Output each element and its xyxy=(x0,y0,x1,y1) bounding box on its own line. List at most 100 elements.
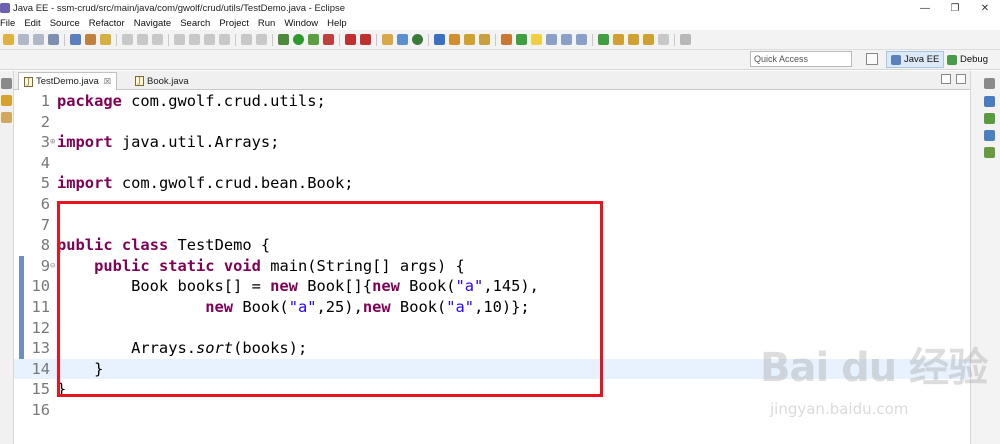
disconnect-icon[interactable] xyxy=(219,34,230,45)
line-number: 2 xyxy=(40,112,50,131)
step-into-icon[interactable] xyxy=(241,34,252,45)
menu-help[interactable]: Help xyxy=(327,18,347,29)
restore-icon[interactable] xyxy=(984,78,995,89)
format-icon[interactable] xyxy=(100,34,111,45)
last-edit-icon[interactable] xyxy=(628,34,639,45)
code-line[interactable]: 2 xyxy=(14,112,970,133)
code-token: com.gwolf.crud.bean.Book; xyxy=(112,174,354,193)
menu-run[interactable]: Run xyxy=(258,18,275,29)
watermark-logo: Bai du 经验 xyxy=(760,345,988,391)
print-icon[interactable] xyxy=(48,34,59,45)
server-icon[interactable] xyxy=(345,34,356,45)
menu-edit[interactable]: Edit xyxy=(24,18,40,29)
code-line[interactable]: 3 ⊕ import java.util.Arrays; xyxy=(14,132,970,153)
back-icon[interactable] xyxy=(643,34,654,45)
menu-project[interactable]: Project xyxy=(219,18,249,29)
menu-search[interactable]: Search xyxy=(180,18,210,29)
resume-icon[interactable] xyxy=(174,34,185,45)
fold-toggle-icon[interactable]: ⊖ xyxy=(50,256,55,277)
menu-navigate[interactable]: Navigate xyxy=(134,18,172,29)
main-toolbar xyxy=(0,30,1000,50)
run-icon[interactable] xyxy=(293,34,304,45)
annotation-icon[interactable] xyxy=(479,34,490,45)
minimize-editor-icon[interactable] xyxy=(941,74,951,84)
code-line[interactable]: 4 xyxy=(14,153,970,174)
maximize-button[interactable]: ❐ xyxy=(940,0,970,16)
step-over-icon[interactable] xyxy=(256,34,267,45)
line-number: 11 xyxy=(31,298,50,316)
toolbar-separator xyxy=(116,33,117,46)
code-line[interactable]: 1 package com.gwolf.crud.utils; xyxy=(14,91,970,112)
forward-icon[interactable] xyxy=(658,34,669,45)
cursor-icon[interactable] xyxy=(70,34,81,45)
mark-occurrences-icon[interactable] xyxy=(516,34,527,45)
line-number: 3 xyxy=(40,133,50,152)
open-task-icon[interactable] xyxy=(449,34,460,45)
open-type-icon[interactable] xyxy=(434,34,445,45)
code-line[interactable]: 5 import com.gwolf.crud.bean.Book; xyxy=(14,173,970,194)
new-package-icon[interactable] xyxy=(397,34,408,45)
highlight-icon[interactable] xyxy=(531,34,542,45)
menu-file[interactable]: File xyxy=(0,18,15,29)
tab-book-java[interactable]: J Book.java xyxy=(130,72,194,90)
perspective-debug[interactable]: Debug xyxy=(944,51,991,68)
menu-refactor[interactable]: Refactor xyxy=(89,18,125,29)
task-list-icon[interactable] xyxy=(984,113,995,124)
new-java-project-icon[interactable] xyxy=(382,34,393,45)
suspend-icon[interactable] xyxy=(189,34,200,45)
show-whitespace-icon[interactable] xyxy=(546,34,557,45)
tab-label: TestDemo.java xyxy=(36,76,99,87)
external-tools-icon[interactable] xyxy=(323,34,334,45)
eclipse-app-icon xyxy=(0,3,10,13)
toolbar-separator xyxy=(592,33,593,46)
editor-min-max xyxy=(936,74,966,84)
servers-icon[interactable] xyxy=(984,147,995,158)
debug-icon[interactable] xyxy=(278,34,289,45)
perspective-java-ee[interactable]: Java EE xyxy=(886,51,945,68)
block-selection-icon[interactable] xyxy=(561,34,572,45)
undo-icon[interactable] xyxy=(122,34,133,45)
toolbar-separator xyxy=(64,33,65,46)
title-bar: Java EE - ssm-crud/src/main/java/com/gwo… xyxy=(0,0,1000,16)
perspective-java-ee-label: Java EE xyxy=(904,54,940,65)
java-ee-icon xyxy=(891,54,901,65)
maximize-editor-icon[interactable] xyxy=(956,74,966,84)
redo-icon[interactable] xyxy=(137,34,148,45)
previous-annotation-icon[interactable] xyxy=(613,34,624,45)
line-number: 12 xyxy=(31,318,50,337)
close-tab-icon[interactable]: ☒ xyxy=(104,77,111,86)
next-annotation-icon[interactable] xyxy=(598,34,609,45)
menu-source[interactable]: Source xyxy=(50,18,80,29)
menu-window[interactable]: Window xyxy=(284,18,318,29)
line-number: 16 xyxy=(31,401,50,419)
code-token: java.util.Arrays; xyxy=(112,133,280,152)
pin-editor-icon[interactable] xyxy=(680,34,691,45)
close-button[interactable]: ✕ xyxy=(970,0,1000,16)
quick-access-input[interactable]: Quick Access xyxy=(750,51,852,67)
navigator-icon[interactable] xyxy=(1,112,12,123)
coverage-icon[interactable] xyxy=(308,34,319,45)
search-icon[interactable] xyxy=(464,34,475,45)
minimize-button[interactable]: — xyxy=(910,0,940,16)
watermark-url: jingyan.baidu.com xyxy=(770,400,909,418)
new-icon[interactable] xyxy=(3,34,14,45)
restore-icon[interactable] xyxy=(1,78,12,89)
tab-testdemo-java[interactable]: J TestDemo.java ☒ xyxy=(18,72,118,90)
outline-icon[interactable] xyxy=(984,96,995,107)
save-all-icon[interactable] xyxy=(33,34,44,45)
fold-toggle-icon[interactable]: ⊕ xyxy=(50,132,55,153)
show-source-icon[interactable] xyxy=(576,34,587,45)
history-icon[interactable] xyxy=(152,34,163,45)
console-icon[interactable] xyxy=(984,130,995,141)
new-class-icon[interactable] xyxy=(412,34,423,45)
open-perspective-icon[interactable] xyxy=(866,53,878,65)
toolbar-separator xyxy=(495,33,496,46)
line-number: 14 xyxy=(31,359,50,378)
deploy-icon[interactable] xyxy=(360,34,371,45)
skip-breakpoints-icon[interactable] xyxy=(85,34,96,45)
project-explorer-icon[interactable] xyxy=(1,95,12,106)
save-icon[interactable] xyxy=(18,34,29,45)
perspective-debug-label: Debug xyxy=(960,54,988,65)
terminate-icon[interactable] xyxy=(204,34,215,45)
toggle-breadcrumb-icon[interactable] xyxy=(501,34,512,45)
